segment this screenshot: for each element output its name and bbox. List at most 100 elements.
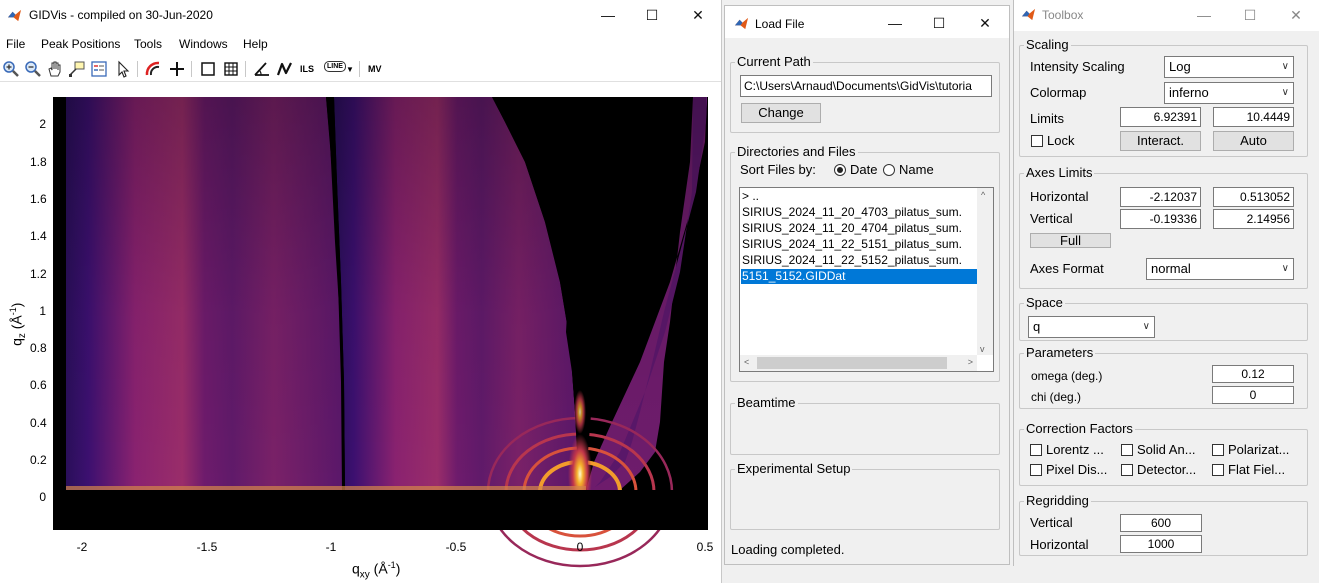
toolbox-titlebar[interactable]: Toolbox — ☐ ✕ bbox=[1014, 0, 1319, 31]
solid-angle-checkbox[interactable] bbox=[1121, 444, 1133, 456]
change-button[interactable]: Change bbox=[741, 103, 821, 123]
ils-button[interactable]: ILS bbox=[300, 64, 314, 74]
file-list[interactable]: > .. SIRIUS_2024_11_20_4703_pilatus_sum.… bbox=[739, 187, 994, 372]
scroll-thumb[interactable] bbox=[757, 357, 947, 369]
correction-factors-label: Correction Factors bbox=[1024, 421, 1135, 436]
regrid-vertical-field[interactable]: 600 bbox=[1120, 514, 1202, 532]
load-file-titlebar[interactable]: Load File — ☐ ✕ bbox=[725, 6, 1009, 38]
angle-icon[interactable] bbox=[252, 59, 272, 79]
x-axis-title: qxy (Å-1) bbox=[352, 560, 401, 581]
close-icon[interactable]: ✕ bbox=[1280, 4, 1312, 26]
scroll-left-icon[interactable]: < bbox=[744, 357, 749, 367]
y-tick-label: 2 bbox=[39, 117, 46, 131]
pixel-distance-label[interactable]: Pixel Dis... bbox=[1046, 462, 1107, 477]
vertical-min-field[interactable]: -0.19336 bbox=[1120, 209, 1201, 229]
colormap-select[interactable]: inferno ∨ bbox=[1164, 82, 1294, 104]
detector-label[interactable]: Detector... bbox=[1137, 462, 1196, 477]
crosshair-icon[interactable] bbox=[167, 59, 187, 79]
pan-hand-icon[interactable] bbox=[45, 59, 65, 79]
list-item[interactable]: SIRIUS_2024_11_20_4704_pilatus_sum. bbox=[741, 221, 962, 236]
polarization-checkbox[interactable] bbox=[1212, 444, 1224, 456]
y-axis-title: qz (Å-1) bbox=[7, 302, 29, 346]
zoom-in-icon[interactable] bbox=[1, 59, 21, 79]
directories-label: Directories and Files bbox=[735, 144, 858, 159]
minimize-icon[interactable]: — bbox=[592, 4, 624, 26]
line-dropdown-icon[interactable]: ▼ bbox=[346, 65, 354, 74]
lock-checkbox[interactable] bbox=[1031, 135, 1043, 147]
menu-tools[interactable]: Tools bbox=[134, 37, 162, 51]
maximize-icon[interactable]: ☐ bbox=[636, 4, 668, 26]
scroll-up-icon[interactable]: ^ bbox=[981, 190, 985, 200]
line-button[interactable]: LINE bbox=[324, 61, 346, 72]
line-profile-icon[interactable] bbox=[275, 59, 295, 79]
pixel-distance-checkbox[interactable] bbox=[1030, 464, 1042, 476]
axes-format-select[interactable]: normal ∨ bbox=[1146, 258, 1294, 280]
solid-angle-label[interactable]: Solid An... bbox=[1137, 442, 1196, 457]
sort-name-radio[interactable] bbox=[883, 164, 895, 176]
zoom-out-icon[interactable] bbox=[23, 59, 43, 79]
chevron-down-icon: ∨ bbox=[1142, 321, 1150, 332]
list-item[interactable]: > .. bbox=[741, 189, 759, 204]
intensity-scaling-select[interactable]: Log ∨ bbox=[1164, 56, 1294, 78]
interact-button[interactable]: Interact. bbox=[1120, 131, 1201, 151]
polarization-label[interactable]: Polarizat... bbox=[1228, 442, 1289, 457]
limit-min-field[interactable]: 6.92391 bbox=[1120, 107, 1201, 127]
space-select[interactable]: q ∨ bbox=[1028, 316, 1155, 338]
legend-icon[interactable] bbox=[89, 59, 109, 79]
list-item[interactable]: SIRIUS_2024_11_20_4703_pilatus_sum. bbox=[741, 205, 962, 220]
menu-windows[interactable]: Windows bbox=[179, 37, 228, 51]
horizontal-scrollbar[interactable]: < > bbox=[740, 355, 977, 371]
flat-field-checkbox[interactable] bbox=[1212, 464, 1224, 476]
experimental-setup-label: Experimental Setup bbox=[735, 461, 853, 476]
detector-checkbox[interactable] bbox=[1121, 464, 1133, 476]
menu-help[interactable]: Help bbox=[243, 37, 268, 51]
sort-date-radio[interactable] bbox=[834, 164, 846, 176]
sort-date-label[interactable]: Date bbox=[850, 162, 877, 177]
horizontal-max-field[interactable]: 0.513052 bbox=[1213, 187, 1294, 207]
scroll-right-icon[interactable]: > bbox=[968, 357, 973, 367]
list-item-selected[interactable]: 5151_5152.GIDDat bbox=[741, 269, 977, 284]
chevron-down-icon: ∨ bbox=[1281, 87, 1289, 98]
lorentz-checkbox[interactable] bbox=[1030, 444, 1042, 456]
path-field[interactable]: C:\Users\Arnaud\Documents\GidVis\tutoria bbox=[740, 75, 992, 97]
maximize-icon[interactable]: ☐ bbox=[1234, 4, 1266, 26]
maximize-icon[interactable]: ☐ bbox=[923, 12, 955, 34]
regrid-horizontal-field[interactable]: 1000 bbox=[1120, 535, 1202, 553]
vertical-max-field[interactable]: 2.14956 bbox=[1213, 209, 1294, 229]
grid-icon[interactable] bbox=[221, 59, 241, 79]
lock-label[interactable]: Lock bbox=[1047, 133, 1074, 148]
horizontal-min-field[interactable]: -2.12037 bbox=[1120, 187, 1201, 207]
load-file-title: Load File bbox=[755, 17, 805, 31]
minimize-icon[interactable]: — bbox=[879, 12, 911, 34]
scroll-down-icon[interactable]: v bbox=[980, 344, 985, 354]
list-item[interactable]: SIRIUS_2024_11_22_5152_pilatus_sum. bbox=[741, 253, 962, 268]
toolbar-separator bbox=[137, 61, 138, 77]
close-icon[interactable]: ✕ bbox=[969, 12, 1001, 34]
sort-name-label[interactable]: Name bbox=[899, 162, 934, 177]
y-tick-label: 1.2 bbox=[30, 267, 47, 281]
list-item[interactable]: SIRIUS_2024_11_22_5151_pilatus_sum. bbox=[741, 237, 962, 252]
sort-label: Sort Files by: bbox=[740, 162, 816, 177]
limits-label: Limits bbox=[1030, 111, 1064, 126]
omega-field[interactable]: 0.12 bbox=[1212, 365, 1294, 383]
regrid-vertical-label: Vertical bbox=[1030, 515, 1073, 530]
flat-field-label[interactable]: Flat Fiel... bbox=[1228, 462, 1285, 477]
mv-button[interactable]: MV bbox=[368, 64, 382, 74]
vertical-scrollbar[interactable]: ^ v bbox=[977, 188, 993, 355]
detector-image[interactable] bbox=[0, 82, 722, 583]
close-icon[interactable]: ✕ bbox=[682, 4, 714, 26]
full-button[interactable]: Full bbox=[1030, 233, 1111, 248]
lorentz-label[interactable]: Lorentz ... bbox=[1046, 442, 1104, 457]
limit-max-field[interactable]: 10.4449 bbox=[1213, 107, 1294, 127]
pointer-icon[interactable] bbox=[113, 59, 133, 79]
menu-peak-positions[interactable]: Peak Positions bbox=[41, 37, 120, 51]
menu-file[interactable]: File bbox=[6, 37, 25, 51]
data-cursor-icon[interactable] bbox=[67, 59, 87, 79]
rectangle-select-icon[interactable] bbox=[198, 59, 218, 79]
ring-fit-icon[interactable] bbox=[143, 59, 163, 79]
correction-factors-panel: Correction Factors Lorentz ... Solid An.… bbox=[1019, 421, 1308, 486]
gidvis-titlebar[interactable]: GIDVis - compiled on 30-Jun-2020 — ☐ ✕ bbox=[0, 0, 721, 31]
minimize-icon[interactable]: — bbox=[1188, 4, 1220, 26]
auto-button[interactable]: Auto bbox=[1213, 131, 1294, 151]
chi-field[interactable]: 0 bbox=[1212, 386, 1294, 404]
